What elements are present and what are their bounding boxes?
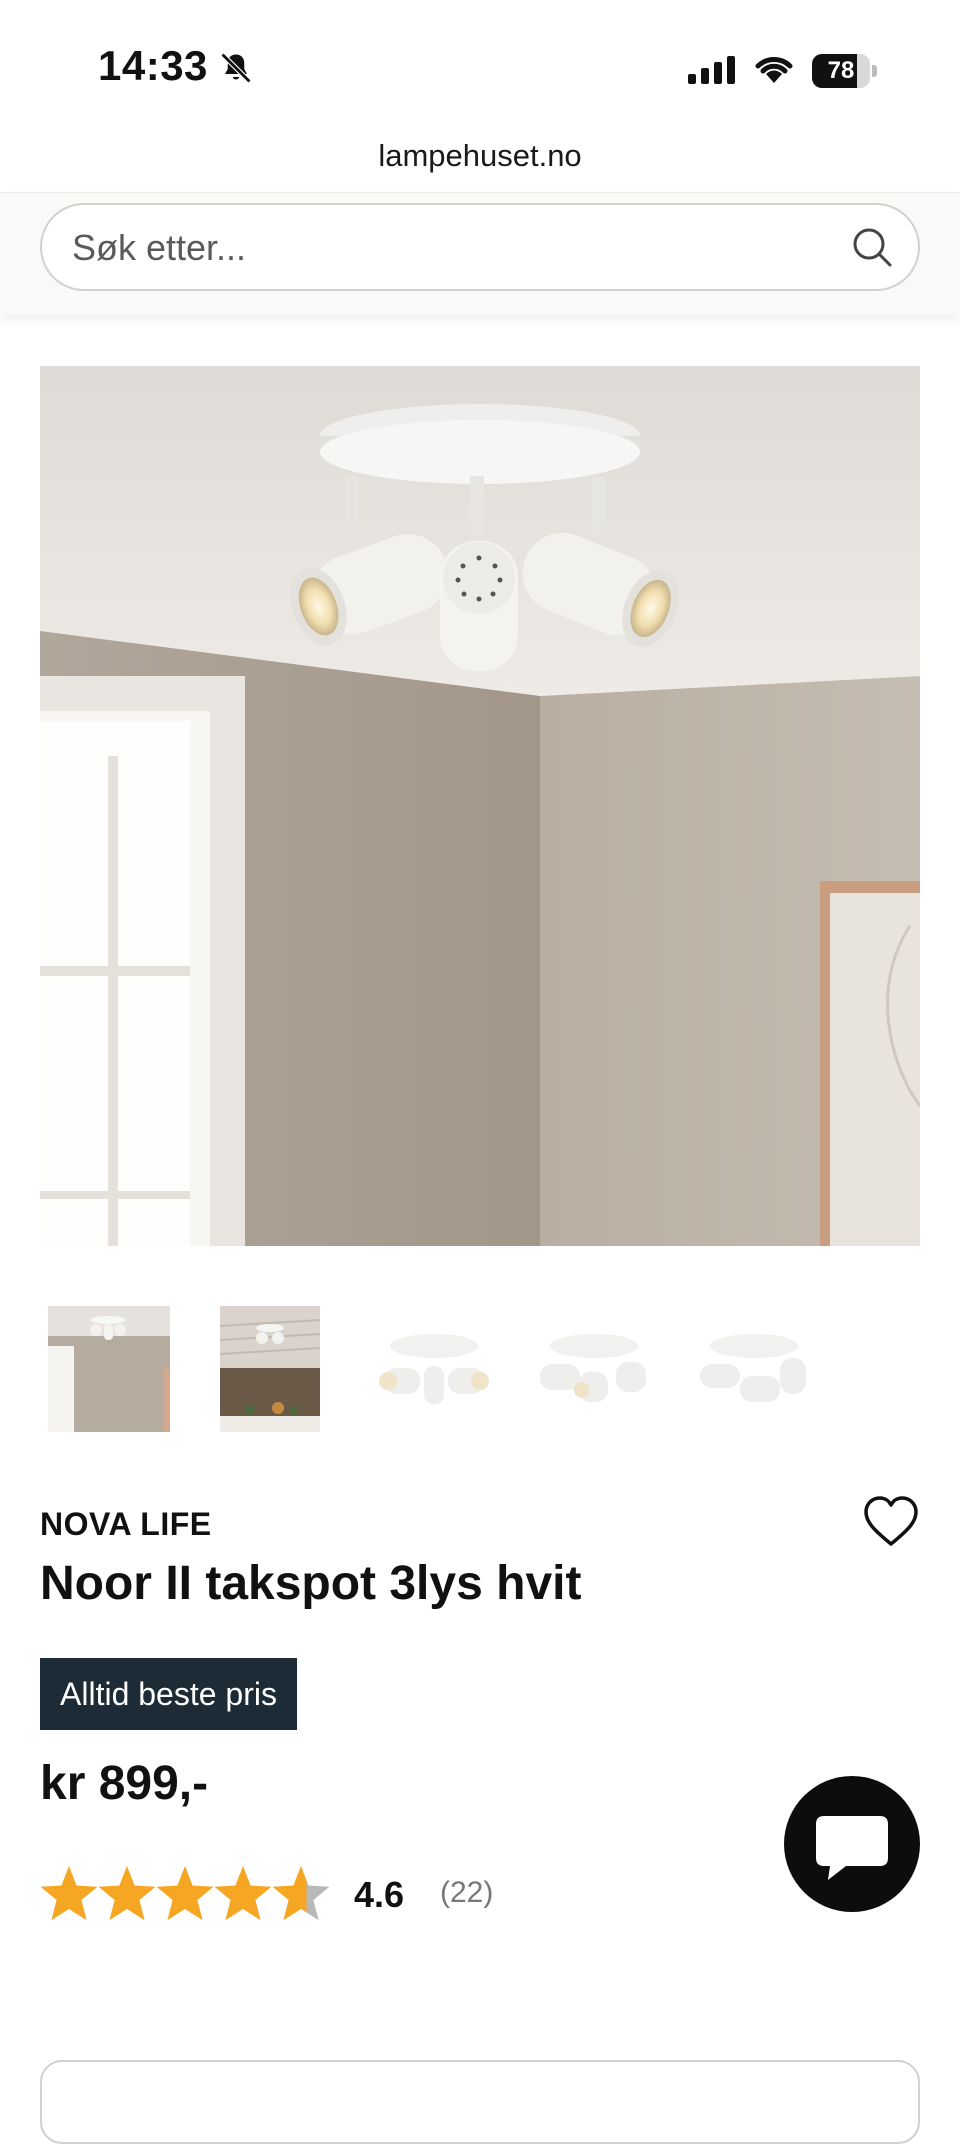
rating-star (156, 1866, 214, 1921)
chat-icon (816, 1816, 888, 1880)
status-bar: 14:33 78 (0, 0, 960, 140)
product-brand[interactable]: NOVA LIFE (40, 1506, 212, 1543)
rating-star (214, 1866, 272, 1921)
product-price: kr 899,- (40, 1757, 209, 1810)
search-input[interactable] (70, 217, 834, 279)
rating-value: 4.6 (354, 1874, 405, 1915)
product-title: Noor II takspot 3lys hvit (40, 1557, 582, 1610)
search-bar (0, 192, 960, 315)
thumbnail-4[interactable] (530, 1306, 658, 1432)
rating-star (98, 1866, 156, 1921)
search-icon[interactable] (850, 225, 894, 269)
next-section-card[interactable] (40, 2060, 920, 2144)
chat-button[interactable] (784, 1776, 920, 1912)
heart-icon[interactable] (862, 1494, 920, 1550)
price-badge: Alltid beste pris (40, 1658, 297, 1730)
thumbnail-2[interactable] (220, 1306, 320, 1432)
bell-off-icon (220, 52, 252, 84)
product-main-image[interactable] (40, 366, 920, 1246)
battery-level: 78 (827, 57, 855, 84)
rating-stars (40, 1866, 330, 1921)
wifi-icon (755, 57, 793, 83)
rating-star (40, 1866, 98, 1921)
cellular-signal-icon (688, 56, 735, 84)
browser-url[interactable]: lampehuset.no (0, 138, 960, 174)
battery-indicator: 78 (812, 54, 878, 88)
search-field[interactable] (40, 203, 920, 291)
thumbnail-1[interactable] (48, 1306, 170, 1432)
thumbnail-5[interactable] (690, 1306, 818, 1432)
image-thumbnails (40, 1306, 920, 1436)
rating-star (272, 1866, 330, 1921)
thumbnail-3[interactable] (370, 1306, 498, 1432)
status-time: 14:33 (98, 42, 208, 89)
review-count: (22) (440, 1876, 494, 1909)
